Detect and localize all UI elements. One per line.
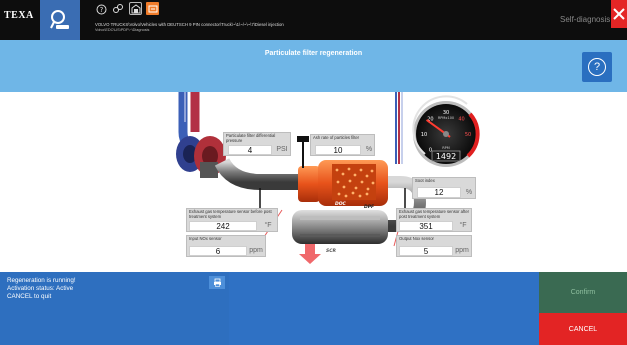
gauge-unit-label: RPMx100 xyxy=(438,116,454,120)
middle-panel xyxy=(229,272,539,345)
exhaust-diagram-illustration: DOC DPF SCR 01020304050 RPMx100 RPM 1492 xyxy=(176,92,480,264)
vehicle-search-button[interactable] xyxy=(40,0,80,40)
exhaust-system-diagram: DOC DPF SCR 0 10 20 30 40 50 RPMx100 RPM 1492… xyxy=(0,92,627,272)
sensor-soot-index: Soot index 12 % xyxy=(412,177,476,199)
sensor-value: 4 xyxy=(228,145,272,155)
screen-capture-icon[interactable] xyxy=(146,2,159,15)
print-button[interactable] xyxy=(209,276,225,289)
doc-label: DOC xyxy=(335,201,347,207)
sensor-exhaust-temp-before: Exhaust gas temperature sensor before po… xyxy=(186,208,278,232)
sensor-value: 6 xyxy=(189,246,247,256)
sensor-label: Exhaust gas temperature sensor before po… xyxy=(189,209,272,219)
breadcrumb: VOLVO TRUCKS\Volvo\Vehicles with DEUTSCH… xyxy=(95,22,284,27)
sensor-value: 242 xyxy=(189,221,257,231)
sensor-exhaust-temp-after: Exhaust gas temperature sensor after pos… xyxy=(396,208,472,232)
top-bar: TEXA ? VOLVO TRUCKS\Volvo\Vehicles with … xyxy=(0,0,627,40)
sensor-pf-diff-pressure: Particulate filter differential pressure… xyxy=(223,132,291,156)
page-title: Particulate filter regeneration xyxy=(264,50,363,57)
printer-icon xyxy=(213,278,221,287)
sensor-label: Soot index xyxy=(415,178,435,183)
help-button[interactable]: ? xyxy=(582,52,612,82)
question-icon: ? xyxy=(588,58,606,76)
sensor-ash-rate: Ash rate of particles filter 10 % xyxy=(310,134,375,156)
status-panel: Regeneration is running! Activation stat… xyxy=(0,272,229,345)
svg-text:?: ? xyxy=(99,6,103,14)
close-icon xyxy=(613,8,625,20)
sensor-unit: % xyxy=(465,189,473,196)
dpf-label: DPF xyxy=(364,204,375,210)
search-car-icon xyxy=(50,10,69,29)
title-band: Particulate filter regeneration xyxy=(0,40,627,92)
sensor-unit: ppm xyxy=(249,247,263,254)
status-line: Activation status: Active xyxy=(7,285,74,292)
gauge-scale-label: 0 xyxy=(429,148,432,154)
texa-logo: TEXA xyxy=(4,10,34,21)
status-line: Regeneration is running! xyxy=(7,277,76,284)
sensor-label: Input NOx sensor xyxy=(189,236,222,241)
sensor-unit: PSI xyxy=(276,146,288,153)
sensor-unit: °F xyxy=(459,222,467,229)
sensor-unit: ppm xyxy=(455,247,469,254)
garage-icon[interactable] xyxy=(129,2,142,15)
cancel-button[interactable]: CANCEL xyxy=(539,313,627,345)
sensor-unit: % xyxy=(365,146,373,153)
scr-label: SCR xyxy=(326,248,337,254)
gauge-scale-label: 50 xyxy=(465,132,471,138)
sensor-output-nox: Output Nox sensor 5 ppm xyxy=(396,235,472,257)
sensor-label: Output Nox sensor xyxy=(399,236,434,241)
rpm-gauge: 01020304050 RPMx100 RPM 1492 xyxy=(412,95,480,167)
status-line: CANCEL to quit xyxy=(7,293,52,300)
gauge-scale-label: 10 xyxy=(421,132,427,138)
close-button[interactable] xyxy=(611,0,627,28)
gauge-scale-label: 40 xyxy=(458,116,464,122)
sensor-value: 5 xyxy=(399,246,453,256)
sensor-unit: °F xyxy=(264,222,272,229)
sensor-value: 12 xyxy=(417,187,461,198)
sensor-input-nox: Input NOx sensor 6 ppm xyxy=(186,235,266,257)
help-circle-icon[interactable]: ? xyxy=(95,3,107,15)
sensor-value: 351 xyxy=(399,221,453,231)
breadcrumb-sub: Volvo\EDC\US\PDF\~\Diagnosis xyxy=(95,28,150,32)
sensor-label: Exhaust gas temperature sensor after pos… xyxy=(399,209,470,219)
confirm-button[interactable]: Confirm xyxy=(539,272,627,313)
sensor-value: 10 xyxy=(315,145,361,155)
gauge-rpm-value: 1492 xyxy=(436,152,456,161)
gauge-rpm-label: RPM xyxy=(442,146,450,150)
sensor-label: Particulate filter differential pressure xyxy=(226,133,276,143)
app-window: TEXA ? VOLVO TRUCKS\Volvo\Vehicles with … xyxy=(0,0,627,345)
link-icon[interactable] xyxy=(112,3,124,15)
sensor-label: Ash rate of particles filter xyxy=(313,135,360,140)
